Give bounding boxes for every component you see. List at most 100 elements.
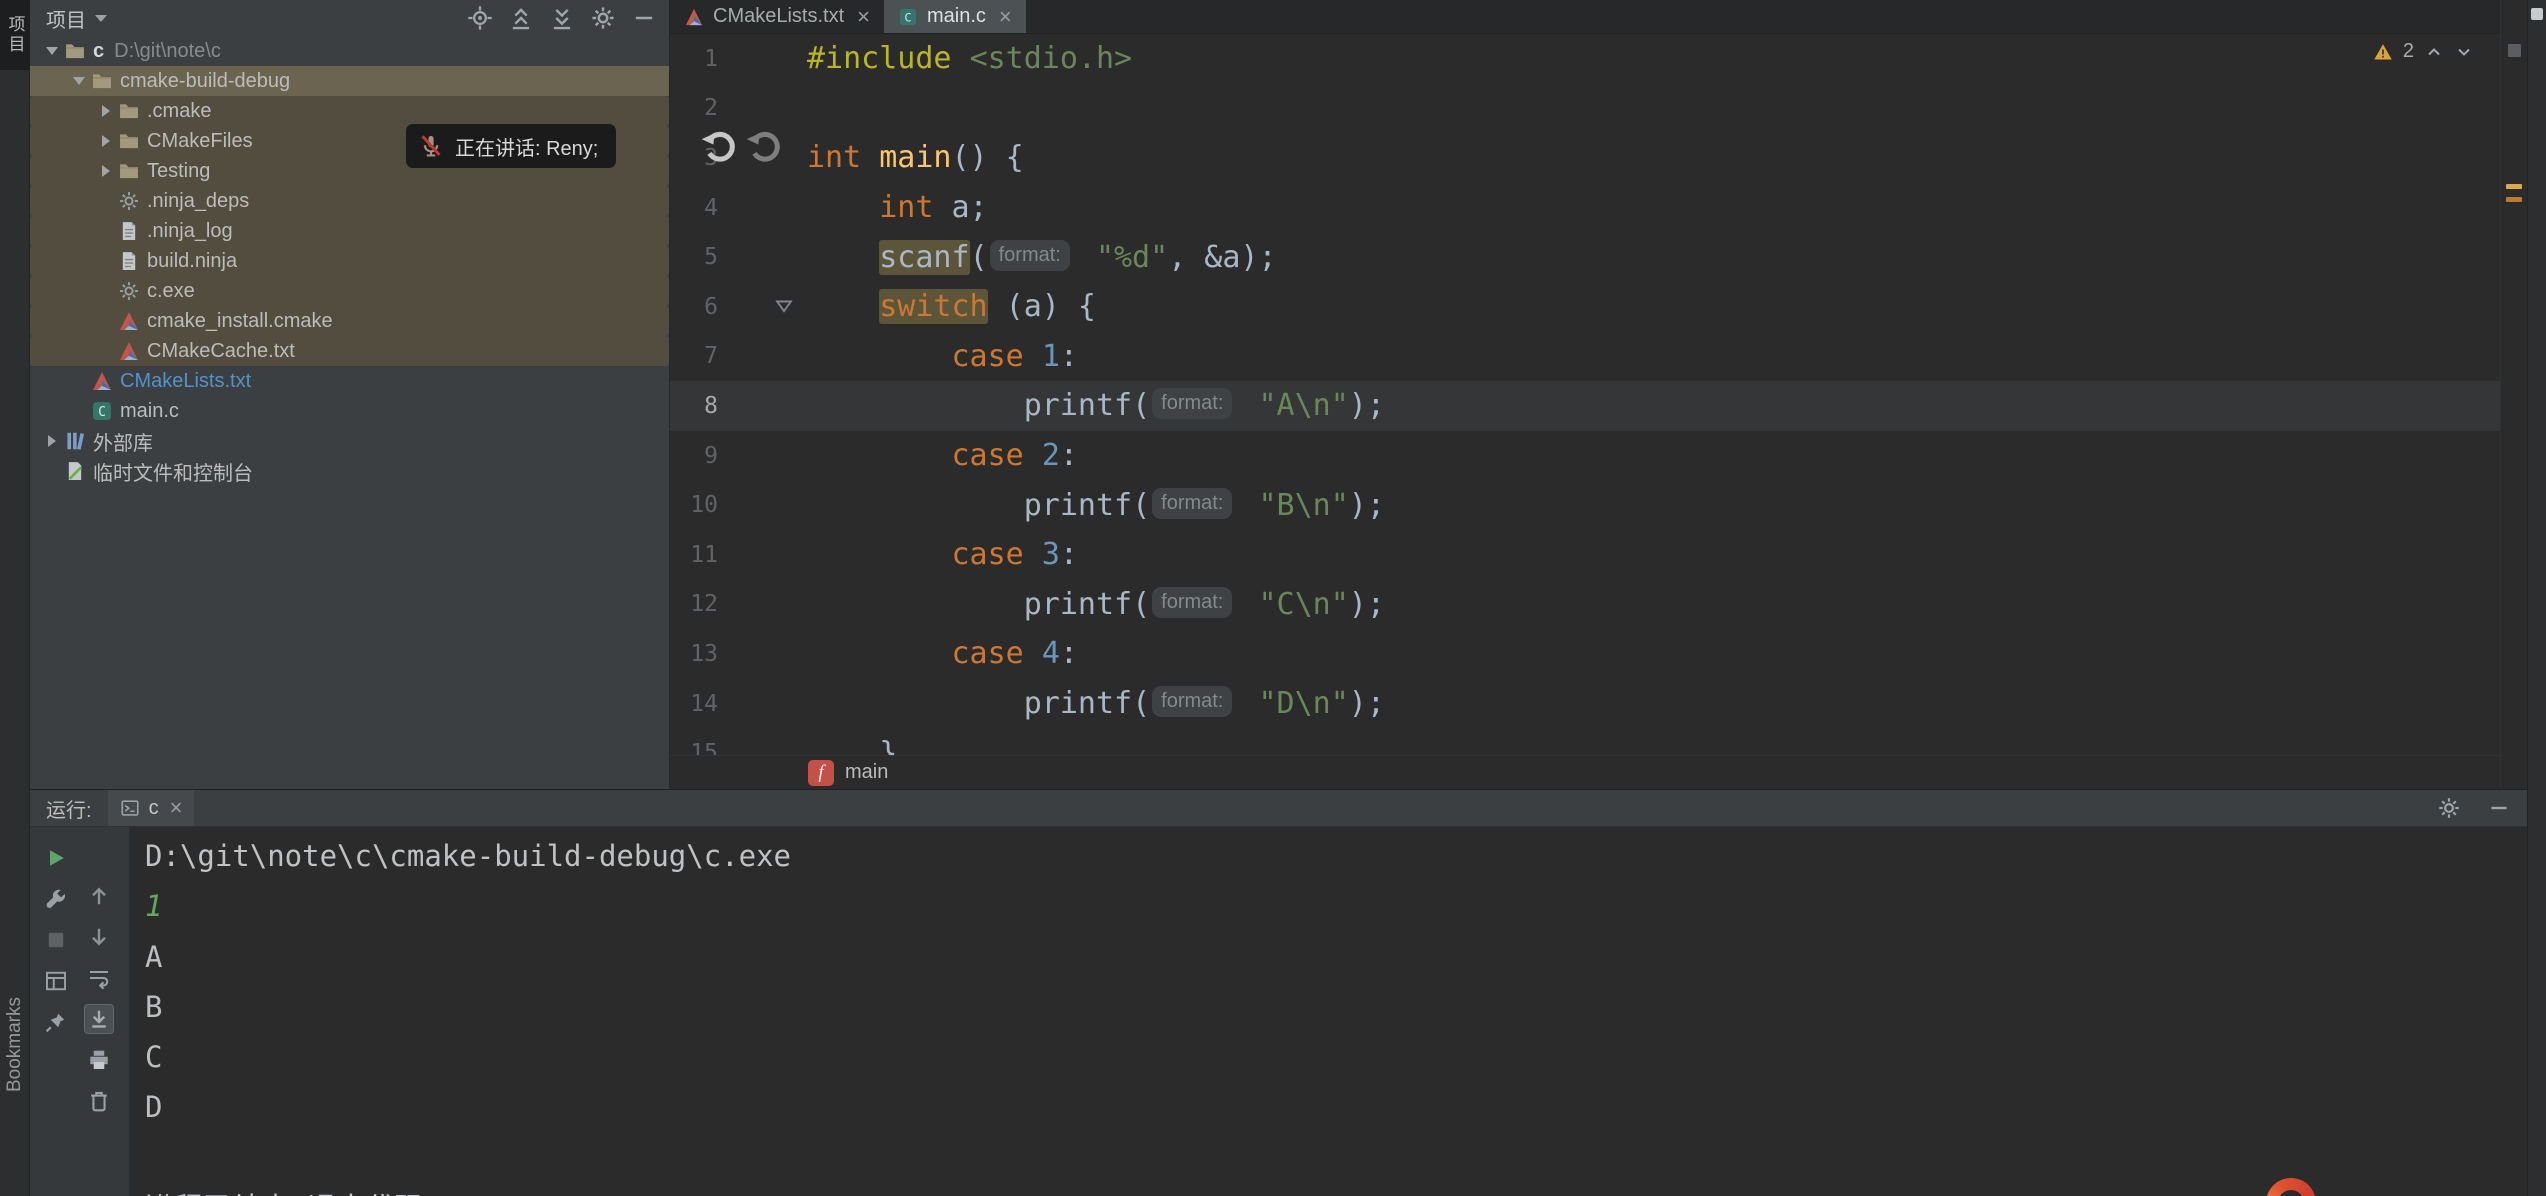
console-line: B [145, 982, 2527, 1032]
code-line-11[interactable]: 11 case 3: [670, 530, 2500, 580]
tree-item-item[interactable]: 临时文件和控制台 [30, 456, 669, 486]
tree-item-cmake-install-cmake[interactable]: cmake_install.cmake [30, 306, 669, 336]
chevron-spacer [94, 339, 118, 363]
notifications-icon[interactable] [2531, 8, 2543, 20]
tool-window-button-bookmarks[interactable]: Bookmarks [0, 980, 30, 1110]
tree-item-cmakelists-txt[interactable]: CMakeLists.txt [30, 366, 669, 396]
run-tab-c[interactable]: c × [108, 790, 195, 826]
chevron-right-icon[interactable] [94, 159, 118, 183]
folder-icon [118, 160, 140, 182]
code-line-9[interactable]: 9 case 2: [670, 431, 2500, 481]
play-button[interactable] [41, 843, 71, 873]
console-line: 进程已结束,退出代码 0 [145, 1183, 2527, 1196]
chevron-right-icon[interactable] [40, 429, 64, 453]
collapse-all-icon[interactable] [549, 5, 575, 31]
tree-item-c[interactable]: cD:\git\note\c [30, 36, 669, 66]
settings-icon[interactable] [590, 5, 616, 31]
tree-item-cmakecache-txt[interactable]: CMakeCache.txt [30, 336, 669, 366]
print-button[interactable] [84, 1045, 114, 1075]
tree-item-main-c[interactable]: Cmain.c [30, 396, 669, 426]
line-number: 5 [670, 244, 718, 270]
inspections-widget[interactable]: 2 [2373, 40, 2474, 63]
chevron-right-icon[interactable] [94, 129, 118, 153]
code-line-12[interactable]: 12 printf(format: "C\n"); [670, 580, 2500, 630]
minimize-icon[interactable] [2487, 796, 2511, 820]
chevron-down-icon[interactable] [95, 15, 107, 22]
code-line-14[interactable]: 14 printf(format: "D\n"); [670, 679, 2500, 729]
down-arrow-icon [87, 925, 111, 949]
breadcrumb-item[interactable]: main [845, 761, 888, 784]
softwrap-button[interactable] [84, 963, 114, 993]
up-arrow-icon [87, 884, 111, 908]
minimize-icon[interactable] [631, 5, 657, 31]
code-line-1[interactable]: 1#include <stdio.h> [670, 34, 2500, 84]
down-arrow-button[interactable] [84, 922, 114, 952]
chevron-down-icon[interactable] [40, 39, 64, 63]
code-editor[interactable]: 1#include <stdio.h>23int main() {4 int a… [670, 34, 2500, 789]
chevron-down-icon[interactable] [2454, 42, 2474, 62]
bookmarks-stripe-label: Bookmarks [4, 997, 26, 1092]
chevron-spacer [94, 279, 118, 303]
warning-stripe-mark[interactable] [2506, 184, 2522, 189]
code-line-3[interactable]: 3int main() { [670, 133, 2500, 183]
code-token [807, 438, 952, 473]
code-line-13[interactable]: 13 case 4: [670, 629, 2500, 679]
settings-icon[interactable] [2437, 796, 2461, 820]
tool-window-button-project[interactable]: 项目 [0, 0, 30, 70]
editor-tab-cmakelists-txt[interactable]: CMakeLists.txt× [670, 0, 884, 33]
function-icon: f [808, 760, 834, 786]
tree-item-ninja-log[interactable]: .ninja_log [30, 216, 669, 246]
expand-all-icon[interactable] [508, 5, 534, 31]
tree-item-build-ninja[interactable]: build.ninja [30, 246, 669, 276]
warning-icon [2373, 42, 2393, 62]
c-file-icon: C [91, 400, 113, 422]
voice-overlay: 正在讲话: Reny; [406, 124, 616, 168]
code-token: 3 [1042, 537, 1060, 572]
close-icon[interactable]: × [170, 795, 183, 821]
locate-icon[interactable] [467, 5, 493, 31]
chevron-right-icon[interactable] [94, 99, 118, 123]
run-console-output[interactable]: D:\git\note\c\cmake-build-debug\c.exe1AB… [131, 827, 2527, 1196]
scroll-end-button[interactable] [84, 1004, 114, 1034]
close-icon[interactable]: × [857, 4, 870, 30]
code-line-7[interactable]: 7 case 1: [670, 332, 2500, 382]
code-line-6[interactable]: 6 switch (a) { [670, 282, 2500, 332]
tree-item-cmake[interactable]: .cmake [30, 96, 669, 126]
layout-button[interactable] [41, 966, 71, 996]
code-token [1024, 537, 1042, 572]
tree-item-label: build.ninja [147, 250, 237, 273]
code-line-8[interactable]: 8 printf(format: "A\n"); [670, 381, 2500, 431]
tree-item-ninja-deps[interactable]: .ninja_deps [30, 186, 669, 216]
tree-item-c-exe[interactable]: c.exe [30, 276, 669, 306]
fold-arrow-icon[interactable] [773, 296, 795, 318]
chevron-up-icon[interactable] [2424, 42, 2444, 62]
code-line-4[interactable]: 4 int a; [670, 183, 2500, 233]
wrench-icon [44, 887, 68, 911]
wrench-button[interactable] [41, 884, 71, 914]
up-arrow-button[interactable] [84, 881, 114, 911]
chevron-spacer [94, 189, 118, 213]
console-line: D:\git\note\c\cmake-build-debug\c.exe [145, 831, 2527, 881]
code-line-5[interactable]: 5 scanf(format: "%d", &a); [670, 232, 2500, 282]
stop-button[interactable] [41, 925, 71, 955]
error-stripe[interactable] [2500, 0, 2527, 789]
chevron-spacer [67, 369, 91, 393]
tree-item-cmake-build-debug[interactable]: cmake-build-debug [30, 66, 669, 96]
ide-window: 项目 Bookmarks 项目 cD:\git\note\ccmake-buil… [0, 0, 2546, 1196]
code-token: printf( [807, 587, 1150, 622]
chevron-down-icon[interactable] [67, 69, 91, 93]
c-file-icon: C [898, 7, 918, 27]
tree-item-item[interactable]: 外部库 [30, 426, 669, 456]
code-line-10[interactable]: 10 printf(format: "B\n"); [670, 480, 2500, 530]
editor-tab-main-c[interactable]: Cmain.c× [884, 0, 1026, 33]
code-text: int a; [807, 190, 988, 225]
trash-icon [87, 1089, 111, 1113]
code-token: "C\n" [1258, 587, 1348, 622]
close-icon[interactable]: × [999, 4, 1012, 30]
pin-button[interactable] [41, 1007, 71, 1037]
code-token [807, 537, 952, 572]
trash-button[interactable] [84, 1086, 114, 1116]
warning-stripe-mark[interactable] [2506, 197, 2522, 202]
code-line-2[interactable]: 2 [670, 84, 2500, 134]
undo-arrow-light-icon [700, 128, 738, 166]
